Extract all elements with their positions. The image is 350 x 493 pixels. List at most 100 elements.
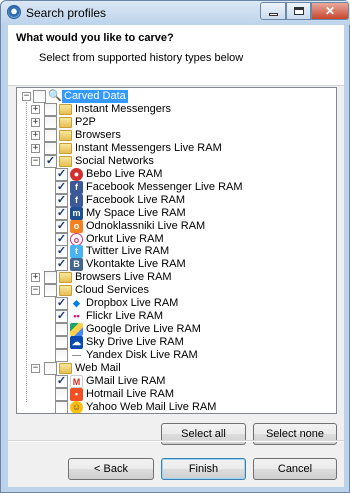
yandex-disk-icon: —	[70, 349, 83, 362]
tree-category-item[interactable]: + Browsers	[17, 128, 336, 142]
back-label: < Back	[94, 463, 128, 475]
item-checkbox[interactable]: ✓	[55, 258, 68, 272]
folder-icon	[59, 104, 72, 115]
expand-icon[interactable]: +	[31, 105, 40, 114]
header-title: What would you like to carve?	[16, 32, 174, 44]
item-checkbox[interactable]: ✓	[44, 154, 57, 168]
back-button[interactable]: < Back	[68, 458, 154, 480]
item-checkbox[interactable]	[44, 115, 57, 129]
tree-child-item[interactable]: ✓ f Facebook Messenger Live RAM	[17, 180, 336, 194]
tree-child-item[interactable]: Google Drive Live RAM	[17, 323, 336, 337]
item-label: Browsers	[75, 128, 121, 141]
item-checkbox[interactable]	[44, 271, 57, 285]
history-types-tree[interactable]: − 🔍 Carved Data + Instant Messengers + P2P +…	[16, 87, 337, 414]
item-checkbox[interactable]	[44, 103, 57, 116]
title-bar[interactable]: Search profiles ✕	[1, 1, 350, 25]
item-label: Yandex Disk Live RAM	[86, 349, 198, 361]
folder-icon	[59, 363, 72, 374]
item-checkbox[interactable]	[44, 128, 57, 142]
folder-icon	[59, 272, 72, 284]
item-checkbox[interactable]	[55, 323, 68, 337]
item-label: Twitter Live RAM	[86, 245, 170, 258]
tree-child-item[interactable]: ☁ Sky Drive Live RAM	[17, 336, 336, 350]
item-label: Bebo Live RAM	[86, 167, 163, 180]
item-label: Instant Messengers	[75, 103, 171, 115]
item-checkbox[interactable]	[55, 336, 68, 350]
minimize-button[interactable]	[260, 2, 286, 20]
item-checkbox[interactable]	[55, 400, 68, 413]
close-button[interactable]: ✕	[311, 2, 349, 20]
tree-child-item[interactable]: ✓ ● Bebo Live RAM	[17, 167, 336, 181]
item-checkbox[interactable]: ✓	[55, 206, 68, 220]
tree-child-item[interactable]: ▪ Hotmail Live RAM	[17, 387, 336, 401]
item-label: Vkontakte Live RAM	[86, 258, 186, 271]
item-checkbox[interactable]: ✓	[55, 245, 68, 259]
cancel-button[interactable]: Cancel	[253, 458, 337, 480]
tree-child-item[interactable]: ✓ o Odnoklassniki Live RAM	[17, 219, 336, 233]
tree-root-label[interactable]: Carved Data	[62, 90, 128, 103]
tree-child-item[interactable]: ✓ •• Flickr Live RAM	[17, 310, 336, 324]
item-checkbox[interactable]: ✓	[55, 310, 68, 324]
expand-icon[interactable]: +	[31, 117, 40, 127]
tree-child-item[interactable]: ✓ o Orkut Live RAM	[17, 232, 336, 246]
tree-root[interactable]: − 🔍 Carved Data	[17, 90, 336, 103]
tree-child-item[interactable]: ✓ ◆ Dropbox Live RAM	[17, 297, 336, 311]
item-label: Cloud Services	[75, 284, 149, 297]
item-checkbox[interactable]: ✓	[55, 193, 68, 207]
tree-category-item[interactable]: + Instant Messengers Live RAM	[17, 141, 336, 155]
orkut-icon: o	[70, 232, 83, 246]
cancel-label: Cancel	[277, 463, 313, 475]
tree-child-item[interactable]: ✓ B Vkontakte Live RAM	[17, 258, 336, 272]
collapse-icon[interactable]: −	[22, 92, 31, 101]
item-label: Yahoo Web Mail Live RAM	[86, 400, 217, 413]
expand-icon[interactable]: +	[31, 273, 40, 283]
maximize-button[interactable]	[286, 2, 311, 20]
tree-child-item[interactable]: ✓ m My Space Live RAM	[17, 206, 336, 220]
google-drive-icon	[70, 323, 83, 337]
item-checkbox[interactable]	[44, 362, 57, 375]
tree-category-item[interactable]: − Web Mail	[17, 362, 336, 375]
flickr-icon: ••	[70, 310, 83, 324]
item-checkbox[interactable]	[55, 387, 68, 401]
item-checkbox[interactable]: ✓	[55, 232, 68, 246]
tree-category-item[interactable]: − Cloud Services	[17, 284, 336, 298]
expand-icon[interactable]: +	[31, 130, 40, 140]
item-checkbox[interactable]: ✓	[55, 219, 68, 233]
item-label: Facebook Messenger Live RAM	[86, 180, 243, 193]
tree-category-item[interactable]: − ✓ Social Networks	[17, 154, 336, 168]
tree-child-item[interactable]: ✓ f Facebook Live RAM	[17, 193, 336, 207]
myspace-icon: m	[70, 206, 83, 220]
item-label: Orkut Live RAM	[86, 232, 164, 245]
collapse-icon[interactable]: −	[31, 156, 40, 166]
tree-child-item[interactable]: ✓ M GMail Live RAM	[17, 374, 336, 388]
folder-icon	[59, 129, 72, 141]
finish-button[interactable]: Finish	[161, 458, 246, 480]
header-subtitle: Select from supported history types belo…	[39, 52, 244, 64]
facebook-icon: f	[70, 193, 83, 207]
tree-child-item[interactable]: — Yandex Disk Live RAM	[17, 349, 336, 362]
tree-category-item[interactable]: + Instant Messengers	[17, 103, 336, 116]
minimize-icon	[269, 13, 278, 16]
tree-category-item[interactable]: + P2P	[17, 115, 336, 129]
item-checkbox[interactable]: ✓	[55, 374, 68, 388]
tree-child-item[interactable]: ☺ Yahoo Web Mail Live RAM	[17, 400, 336, 413]
item-checkbox[interactable]	[44, 284, 57, 298]
item-checkbox[interactable]: ✓	[55, 180, 68, 194]
tree-category-item[interactable]: + Browsers Live RAM	[17, 271, 336, 285]
item-checkbox[interactable]	[44, 141, 57, 155]
collapse-icon[interactable]: −	[31, 286, 40, 296]
odnoklassniki-icon: o	[70, 219, 83, 233]
item-checkbox[interactable]	[55, 349, 68, 362]
tree-child-item[interactable]: ✓ t Twitter Live RAM	[17, 245, 336, 259]
expand-icon[interactable]: +	[31, 143, 40, 153]
collapse-icon[interactable]: −	[31, 364, 40, 373]
item-checkbox[interactable]: ✓	[55, 167, 68, 181]
item-checkbox[interactable]: ✓	[55, 297, 68, 311]
item-label: Browsers Live RAM	[75, 271, 172, 284]
item-label: Sky Drive Live RAM	[86, 336, 184, 349]
bebo-icon: ●	[70, 167, 83, 181]
vkontakte-icon: B	[70, 258, 83, 272]
item-label: Facebook Live RAM	[86, 193, 186, 206]
dialog-client-area: What would you like to carve? Select fro…	[8, 25, 344, 487]
root-checkbox[interactable]	[33, 90, 46, 103]
